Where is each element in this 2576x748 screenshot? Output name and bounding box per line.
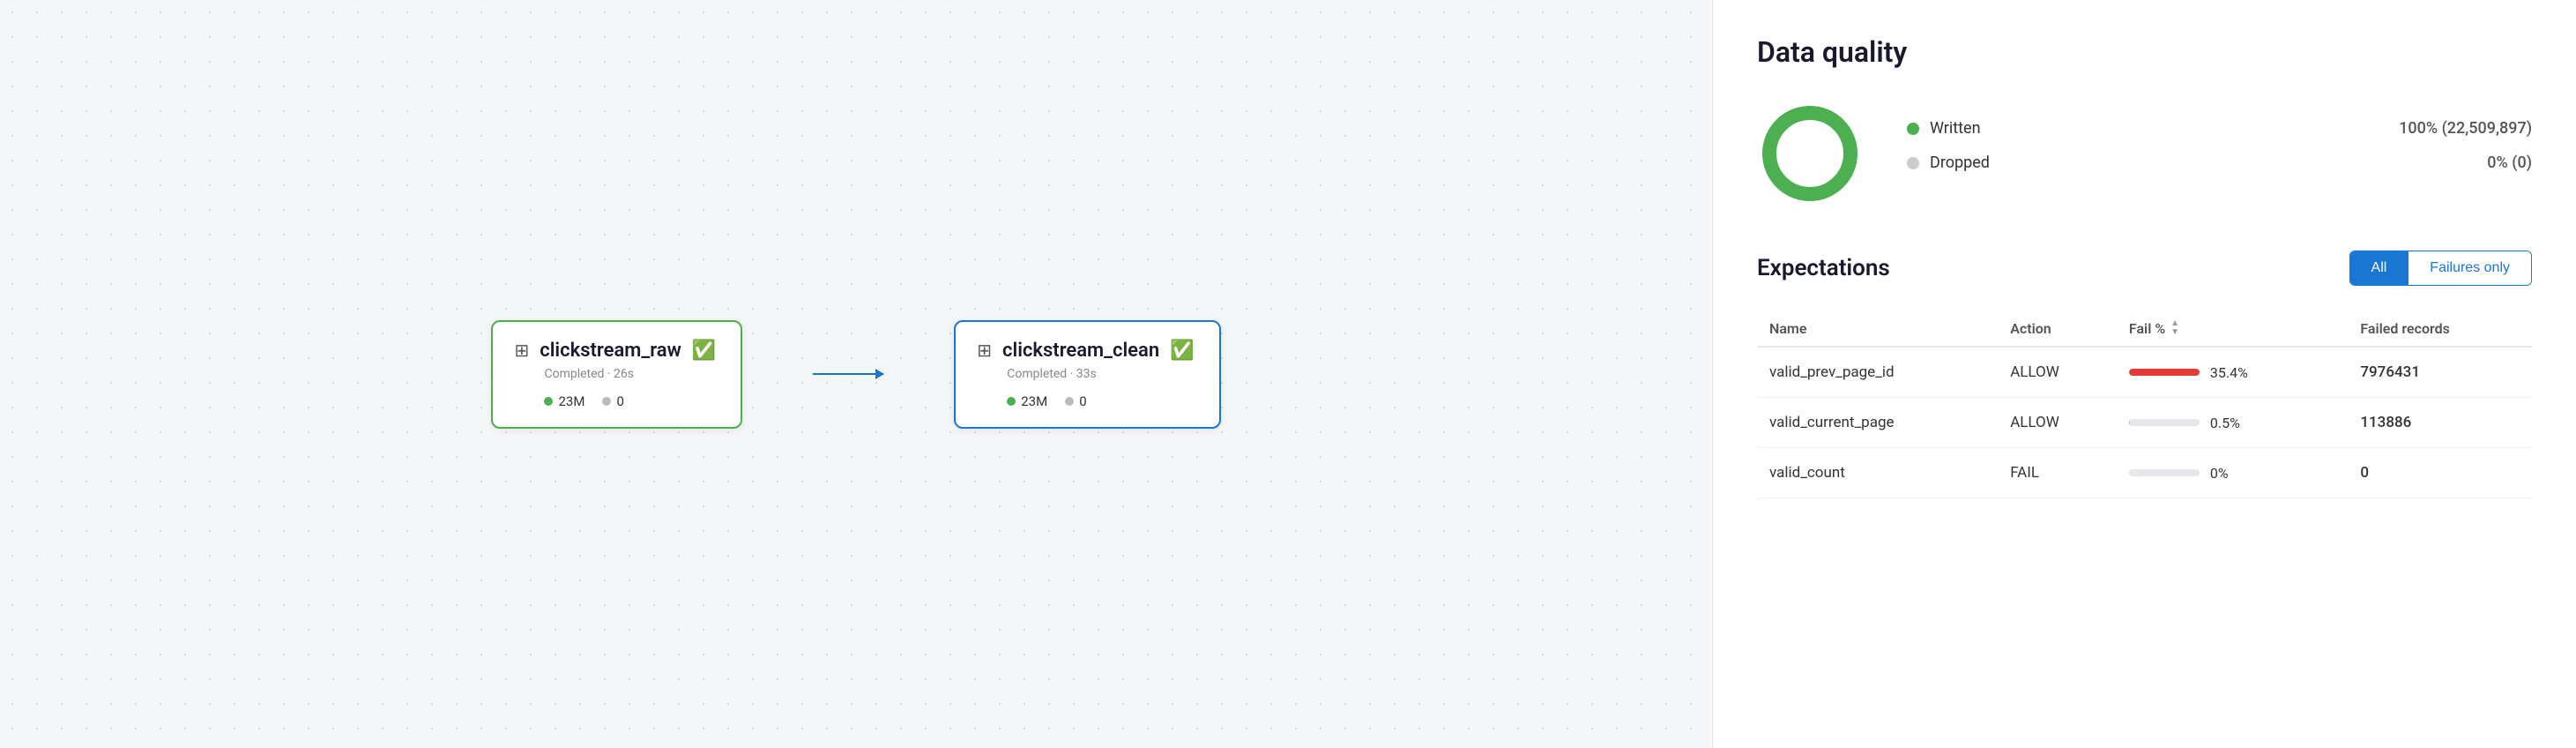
- col-fail-pct: Fail % ▲ ▼: [2117, 310, 2348, 347]
- row-failed-records-1: 113886: [2348, 398, 2532, 448]
- row-failed-records-2: 0: [2348, 448, 2532, 498]
- expectations-table: Name Action Fail % ▲ ▼ Failed records va…: [1757, 310, 2532, 498]
- table-icon-clean: ⊞: [977, 340, 992, 361]
- row-name-1: valid_current_page: [1757, 398, 1998, 448]
- row-failed-records-0: 7976431: [2348, 347, 2532, 398]
- written-label: Written: [1930, 119, 1981, 138]
- progress-track-1: [2129, 419, 2200, 426]
- raw-metric-gray: 0: [602, 393, 623, 409]
- dropped-dot: [1907, 157, 1919, 169]
- progress-bar-container-2: 0%: [2129, 465, 2335, 482]
- row-action-0: ALLOW: [1998, 347, 2117, 398]
- table-header-row: Name Action Fail % ▲ ▼ Failed records: [1757, 310, 2532, 347]
- col-name: Name: [1757, 310, 1998, 347]
- legend-written: Written 100% (22,509,897): [1907, 119, 2532, 138]
- donut-section: Written 100% (22,509,897) Dropped 0% (0): [1757, 101, 2532, 206]
- dropped-label: Dropped: [1930, 153, 1990, 172]
- node-clean-title: clickstream_clean: [1002, 340, 1159, 362]
- pct-label-1: 0.5%: [2210, 415, 2240, 431]
- progress-fill-1: [2129, 419, 2130, 426]
- quality-panel: Data quality Written 100% (22,509,897) D…: [1712, 0, 2576, 748]
- row-fail-pct-2: 0%: [2117, 448, 2348, 498]
- node-clean-status: Completed · 33s: [1007, 367, 1194, 381]
- node-clickstream-clean[interactable]: ⊞ clickstream_clean ✅ Completed · 33s 23…: [954, 320, 1220, 429]
- expectations-header: Expectations All Failures only: [1757, 251, 2532, 286]
- expectations-title: Expectations: [1757, 255, 1890, 281]
- panel-title: Data quality: [1757, 35, 2532, 69]
- legend-dropped: Dropped 0% (0): [1907, 153, 2532, 172]
- table-row: valid_countFAIL 0% 0: [1757, 448, 2532, 498]
- written-value: 100% (22,509,897): [2399, 119, 2532, 138]
- green-dot: [544, 397, 553, 406]
- pipeline-canvas: ⊞ clickstream_raw ✅ Completed · 26s 23M …: [0, 0, 1712, 748]
- progress-fill-0: [2129, 369, 2200, 376]
- raw-metric-green: 23M: [544, 393, 584, 409]
- dropped-value: 0% (0): [2487, 153, 2532, 172]
- table-row: valid_current_pageALLOW 0.5% 113886: [1757, 398, 2532, 448]
- node-clean-header: ⊞ clickstream_clean ✅: [977, 340, 1194, 362]
- table-row: valid_prev_page_idALLOW 35.4% 7976431: [1757, 347, 2532, 398]
- clean-green-value: 23M: [1021, 393, 1047, 409]
- check-icon-raw: ✅: [692, 340, 716, 362]
- green-dot-clean: [1007, 397, 1016, 406]
- row-name-2: valid_count: [1757, 448, 1998, 498]
- clean-gray-value: 0: [1079, 393, 1086, 409]
- raw-gray-value: 0: [616, 393, 623, 409]
- raw-green-value: 23M: [558, 393, 584, 409]
- row-action-1: ALLOW: [1998, 398, 2117, 448]
- node-clean-metrics: 23M 0: [1007, 393, 1194, 409]
- progress-track-2: [2129, 469, 2200, 476]
- donut-legend: Written 100% (22,509,897) Dropped 0% (0): [1907, 119, 2532, 188]
- pct-label-2: 0%: [2210, 465, 2229, 482]
- row-fail-pct-0: 35.4%: [2117, 347, 2348, 398]
- row-fail-pct-1: 0.5%: [2117, 398, 2348, 448]
- arrow-line: [813, 373, 883, 375]
- progress-track-0: [2129, 369, 2200, 376]
- arrow-connector: [813, 373, 883, 375]
- node-raw-metrics: 23M 0: [544, 393, 716, 409]
- node-raw-title: clickstream_raw: [540, 340, 681, 362]
- donut-chart: [1757, 101, 1863, 206]
- gray-dot: [602, 397, 611, 406]
- clean-metric-gray: 0: [1065, 393, 1086, 409]
- row-action-2: FAIL: [1998, 448, 2117, 498]
- filter-all-button[interactable]: All: [2350, 251, 2409, 285]
- filter-failures-button[interactable]: Failures only: [2408, 251, 2531, 285]
- row-name-0: valid_prev_page_id: [1757, 347, 1998, 398]
- progress-bar-container-0: 35.4%: [2129, 364, 2335, 381]
- node-raw-header: ⊞ clickstream_raw ✅: [514, 340, 716, 362]
- filter-buttons: All Failures only: [2349, 251, 2532, 286]
- col-action: Action: [1998, 310, 2117, 347]
- clean-metric-green: 23M: [1007, 393, 1047, 409]
- gray-dot-clean: [1065, 397, 1074, 406]
- node-raw-status: Completed · 26s: [544, 367, 716, 381]
- written-dot: [1907, 123, 1919, 135]
- pipeline-nodes: ⊞ clickstream_raw ✅ Completed · 26s 23M …: [491, 320, 1220, 429]
- check-icon-clean: ✅: [1170, 340, 1194, 362]
- col-failed-records: Failed records: [2348, 310, 2532, 347]
- node-clickstream-raw[interactable]: ⊞ clickstream_raw ✅ Completed · 26s 23M …: [491, 320, 742, 429]
- sort-arrows-icon[interactable]: ▲ ▼: [2170, 319, 2179, 337]
- pct-label-0: 35.4%: [2210, 364, 2248, 381]
- progress-bar-container-1: 0.5%: [2129, 415, 2335, 431]
- table-icon: ⊞: [514, 340, 529, 361]
